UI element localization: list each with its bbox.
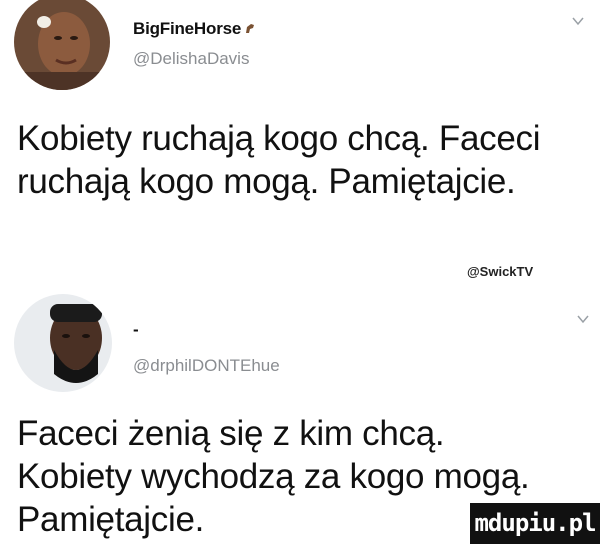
tweet-text-line: Faceci żenią się z kim chcą. [17,414,445,453]
tweet-1: BigFineHorse @DelishaDavis Kobiety rucha… [0,0,600,210]
handle[interactable]: @drphilDONTEhue [133,356,280,376]
avatar-image [14,294,112,392]
tweet-text: Faceci żenią się z kim chcą. Kobiety wyc… [17,412,530,541]
tweet-text-line: Pamiętajcie. [17,500,205,539]
horse-emoji-icon [246,24,255,33]
tweet-text-line: Kobiety ruchają kogo chcą. Faceci [17,119,541,158]
watermark-logo: mdupiu.pl [470,503,600,544]
display-name[interactable]: - [133,320,139,340]
display-name[interactable]: BigFineHorse [133,19,257,39]
chevron-down-icon[interactable] [576,312,590,326]
handle[interactable]: @DelishaDavis [133,49,249,69]
display-name-text: BigFineHorse [133,19,242,38]
tweet-text-line: ruchają kogo mogą. Pamiętajcie. [17,162,516,201]
tweet-text-line: Kobiety wychodzą za kogo mogą. [17,457,530,496]
chevron-down-icon[interactable] [571,14,585,28]
avatar-image [14,0,110,90]
credit-handle: @SwickTV [467,264,534,279]
avatar[interactable] [14,294,112,392]
tweet-text: Kobiety ruchają kogo chcą. Faceci ruchaj… [17,117,540,203]
avatar[interactable] [14,0,110,90]
